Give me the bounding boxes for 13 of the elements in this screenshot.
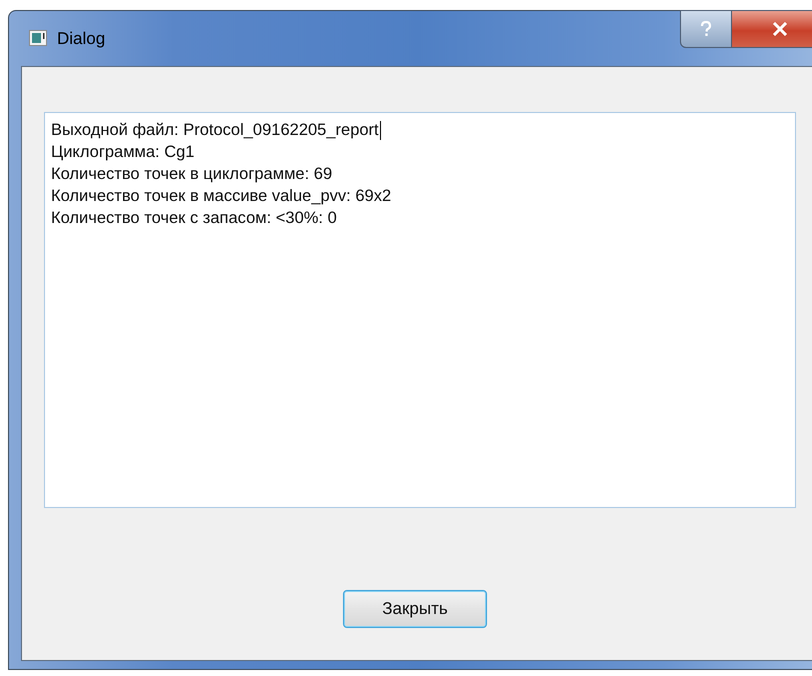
window-icon [29,30,47,46]
text-area[interactable]: Выходной файл: Protocol_09162205_report Циклограмма: Cg1 Количество точек в циклограмме: 69 Количество точек в массиве value_pvv: 69x2 Количество точек с запасом: <30%: 0 [44,112,796,508]
output-line: Выходной файл: Protocol_09162205_report [51,120,379,141]
help-icon [700,21,712,37]
output-line: Количество точек с запасом: <30%: 0 [51,208,337,229]
output-line: Количество точек в циклограмме: 69 [51,164,332,185]
window-title: Dialog [57,28,106,48]
output-line: Количество точек в массиве value_pvv: 69x2 [51,186,392,207]
close-icon [772,22,788,36]
output-line: Циклограмма: Cg1 [51,142,194,163]
help-button[interactable] [680,10,732,48]
close-button[interactable] [732,10,812,48]
close-dialog-button[interactable]: Закрыть [343,590,487,628]
